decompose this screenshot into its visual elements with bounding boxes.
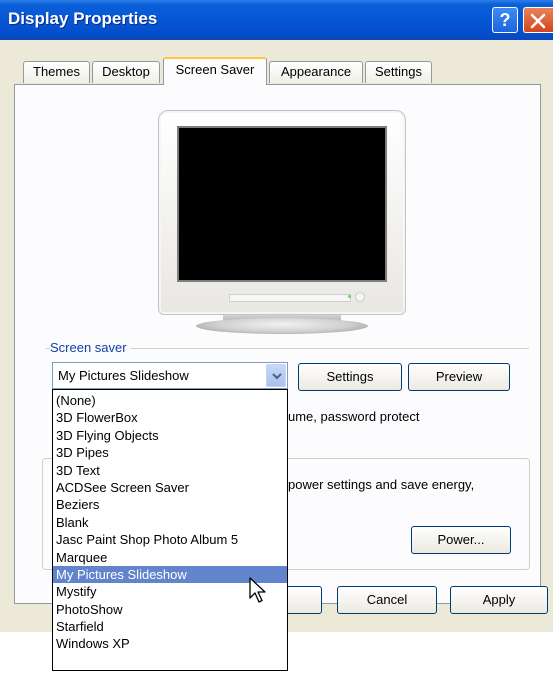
resume-password-text: ume, password protect (288, 409, 420, 424)
power-settings-text: power settings and save energy, (288, 477, 475, 492)
screen-saver-dropdown-list[interactable]: (None) 3D FlowerBox 3D Flying Objects 3D… (52, 389, 288, 671)
screen-saver-select[interactable]: My Pictures Slideshow (52, 362, 288, 389)
cancel-button[interactable]: Cancel (337, 586, 437, 614)
power-button[interactable]: Power... (411, 526, 511, 554)
tab-appearance[interactable]: Appearance (269, 61, 363, 83)
list-item[interactable]: 3D Text (53, 462, 287, 479)
list-item[interactable]: 3D Flying Objects (53, 427, 287, 444)
apply-button[interactable]: Apply (450, 586, 548, 614)
preview-screen (177, 126, 387, 282)
list-item[interactable]: Marquee (53, 549, 287, 566)
list-item[interactable]: 3D Pipes (53, 444, 287, 461)
tab-desktop[interactable]: Desktop (92, 61, 160, 83)
monitor-button (355, 292, 365, 302)
list-item[interactable]: Beziers (53, 496, 287, 513)
chevron-down-icon (272, 373, 282, 380)
settings-button[interactable]: Settings (298, 363, 402, 391)
list-item[interactable]: ACDSee Screen Saver (53, 479, 287, 496)
list-item[interactable]: Jasc Paint Shop Photo Album 5 (53, 531, 287, 548)
list-item[interactable]: (None) (53, 392, 287, 409)
monitor-slot (229, 294, 351, 302)
monitor-base (196, 318, 368, 334)
monitor-preview (158, 110, 406, 315)
list-item[interactable]: Starfield (53, 618, 287, 635)
screen-saver-group-label: Screen saver (50, 340, 130, 355)
help-button[interactable]: ? (492, 7, 518, 33)
window-title: Display Properties (8, 9, 158, 28)
tab-themes[interactable]: Themes (23, 61, 90, 83)
dropdown-arrow-button[interactable] (266, 364, 286, 387)
close-icon (530, 13, 546, 29)
mouse-cursor-icon (249, 577, 266, 603)
monitor-power-light (348, 295, 351, 298)
title-bar[interactable]: Display Properties ? (0, 0, 553, 40)
selected-screen-saver: My Pictures Slideshow (58, 368, 189, 383)
tab-settings[interactable]: Settings (365, 61, 432, 83)
list-item[interactable]: Blank (53, 514, 287, 531)
close-button[interactable] (523, 7, 553, 33)
tab-screen-saver[interactable]: Screen Saver (163, 57, 267, 85)
list-item[interactable]: 3D FlowerBox (53, 409, 287, 426)
preview-button[interactable]: Preview (408, 363, 510, 391)
list-item[interactable]: Windows XP (53, 635, 287, 652)
